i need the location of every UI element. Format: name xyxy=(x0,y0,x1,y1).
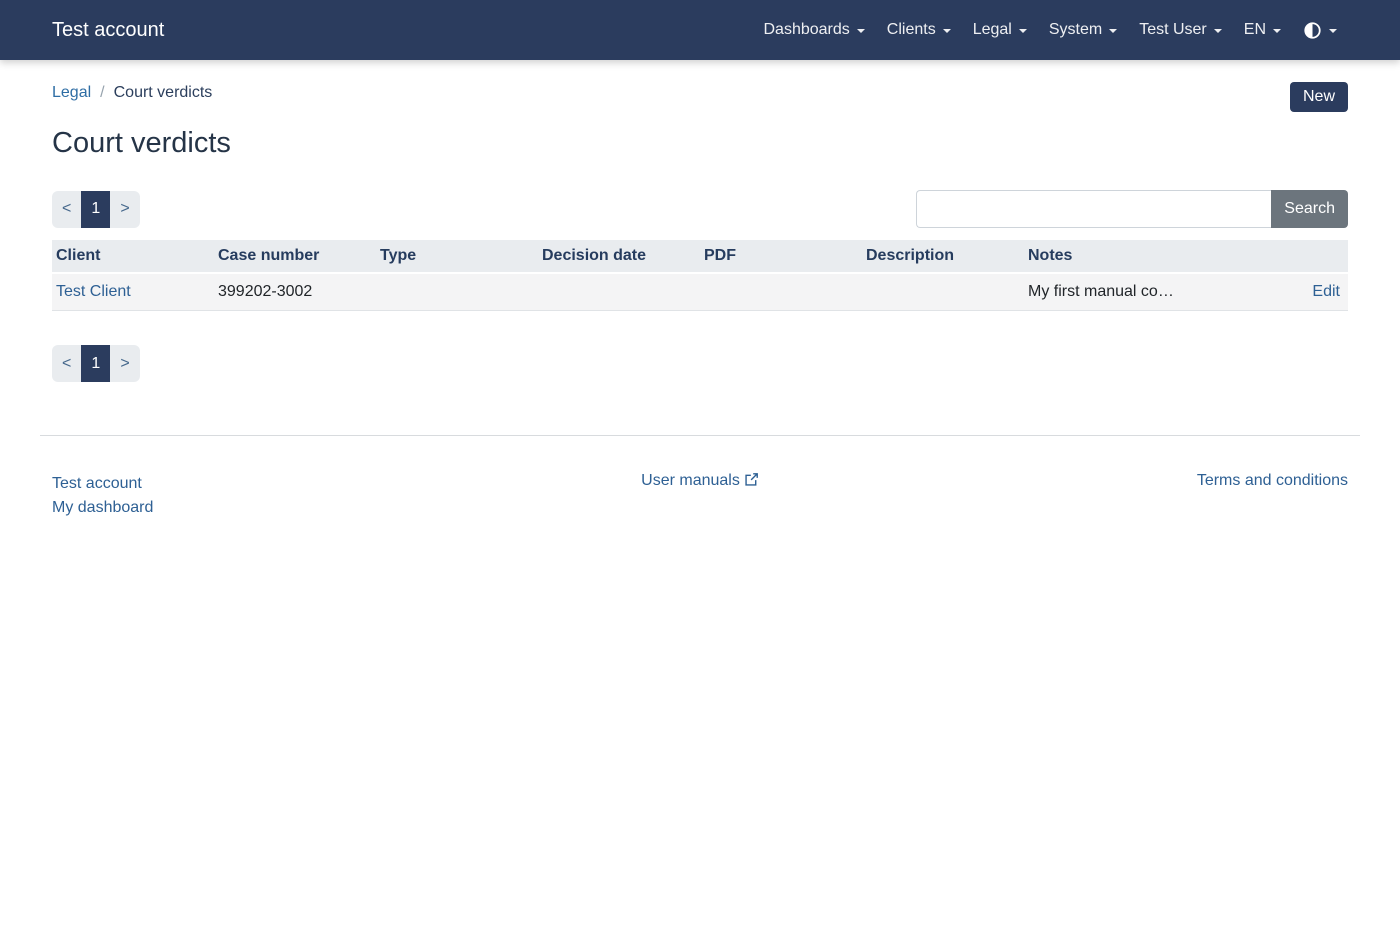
navbar-menu: Dashboards Clients Legal System Test User EN xyxy=(753,13,1349,48)
breadcrumb-item-legal[interactable]: Legal xyxy=(52,84,91,102)
pagination-bottom: < 1 > xyxy=(52,345,1348,382)
brand-link[interactable]: Test account xyxy=(52,19,164,42)
chevron-down-icon xyxy=(1273,29,1281,33)
main-content: Legal/Court verdicts New Court verdicts … xyxy=(0,60,1400,382)
pagination-top: < 1 > xyxy=(52,191,140,228)
nav-item-label: Dashboards xyxy=(764,21,850,39)
nav-item-dashboards[interactable]: Dashboards xyxy=(753,13,876,47)
chevron-down-icon xyxy=(943,29,951,33)
nav-item-system[interactable]: System xyxy=(1038,13,1128,47)
footer-right: Terms and conditions xyxy=(916,472,1348,490)
column-header-decision-date: Decision date xyxy=(538,240,700,273)
footer-left-links: Test accountMy dashboard xyxy=(52,472,484,520)
cell-decision-date xyxy=(538,273,700,311)
footer-center: User manuals xyxy=(484,472,916,490)
pagination-page-1-button[interactable]: 1 xyxy=(81,191,110,228)
court-verdicts-table: ClientCase numberTypeDecision datePDFDes… xyxy=(52,240,1348,311)
pagination-next-button[interactable]: > xyxy=(110,191,139,228)
search-group: Search xyxy=(916,190,1348,228)
breadcrumb: Legal / Court verdicts xyxy=(52,82,212,102)
chevron-down-icon xyxy=(1109,29,1117,33)
controls-row: < 1 > Search xyxy=(52,190,1348,228)
nav-item-label: Test User xyxy=(1139,21,1207,39)
cell-case-number: 399202-3002 xyxy=(214,273,376,311)
top-navbar: Test account Dashboards Clients Legal Syste… xyxy=(0,0,1400,60)
my-dashboard-link[interactable]: My dashboard xyxy=(52,496,484,520)
search-button[interactable]: Search xyxy=(1271,190,1348,228)
chevron-down-icon xyxy=(1329,29,1337,33)
nav-item-test-user[interactable]: Test User xyxy=(1128,13,1233,47)
external-link-icon xyxy=(744,472,759,487)
pagination-next-button[interactable]: > xyxy=(110,345,139,382)
footer-columns: Test accountMy dashboard User manuals Te… xyxy=(0,436,1400,520)
chevron-down-icon xyxy=(1019,29,1027,33)
breadcrumb-item-court-verdicts[interactable]: Court verdicts xyxy=(114,84,213,102)
pagination-prev-button[interactable]: < xyxy=(52,345,81,382)
edit-link[interactable]: Edit xyxy=(1312,283,1340,300)
client-cell: Test Client xyxy=(52,273,214,311)
nav-item-label: Legal xyxy=(973,21,1012,39)
nav-item-clients[interactable]: Clients xyxy=(876,13,962,47)
nav-item-label: EN xyxy=(1244,21,1266,39)
cell-notes: My first manual co… xyxy=(1024,273,1186,311)
column-header-client: Client xyxy=(52,240,214,273)
pagination-prev-button[interactable]: < xyxy=(52,191,81,228)
column-header-notes: Notes xyxy=(1024,240,1186,273)
table-row: Test Client 399202-3002 My first manual co… xyxy=(52,273,1348,311)
header-row: Legal / Court verdicts New xyxy=(52,82,1348,112)
table-body: Test Client 399202-3002 My first manual co… xyxy=(52,273,1348,311)
column-header-case-number: Case number xyxy=(214,240,376,273)
pagination-page-1-button[interactable]: 1 xyxy=(81,345,110,382)
cell-type xyxy=(376,273,538,311)
cell-description xyxy=(862,273,1024,311)
terms-and-conditions-link[interactable]: Terms and conditions xyxy=(1197,472,1348,489)
column-header-pdf: PDF xyxy=(700,240,862,273)
nav-item-language[interactable]: EN xyxy=(1233,13,1292,47)
circle-half-icon xyxy=(1303,21,1322,40)
table-header: ClientCase numberTypeDecision datePDFDes… xyxy=(52,240,1348,273)
column-header-type: Type xyxy=(376,240,538,273)
breadcrumb-separator: / xyxy=(100,84,104,102)
table-header-row: ClientCase numberTypeDecision datePDFDes… xyxy=(52,240,1348,273)
page-title: Court verdicts xyxy=(52,127,1348,160)
new-button[interactable]: New xyxy=(1290,82,1348,112)
page-footer: Test accountMy dashboard User manuals Te… xyxy=(0,435,1400,520)
user-manuals-link[interactable]: User manuals xyxy=(641,472,759,489)
test-account-link[interactable]: Test account xyxy=(52,472,484,496)
chevron-down-icon xyxy=(1214,29,1222,33)
nav-item-legal[interactable]: Legal xyxy=(962,13,1038,47)
cell-pdf xyxy=(700,273,862,311)
search-input[interactable] xyxy=(916,190,1271,228)
nav-item-label: Clients xyxy=(887,21,936,39)
client-link[interactable]: Test Client xyxy=(56,283,131,300)
nav-item-label: System xyxy=(1049,21,1102,39)
actions-cell: Edit xyxy=(1186,273,1348,311)
column-header-description: Description xyxy=(862,240,1024,273)
theme-toggle-menu[interactable] xyxy=(1292,13,1348,48)
column-header-actions xyxy=(1186,240,1348,273)
chevron-down-icon xyxy=(857,29,865,33)
